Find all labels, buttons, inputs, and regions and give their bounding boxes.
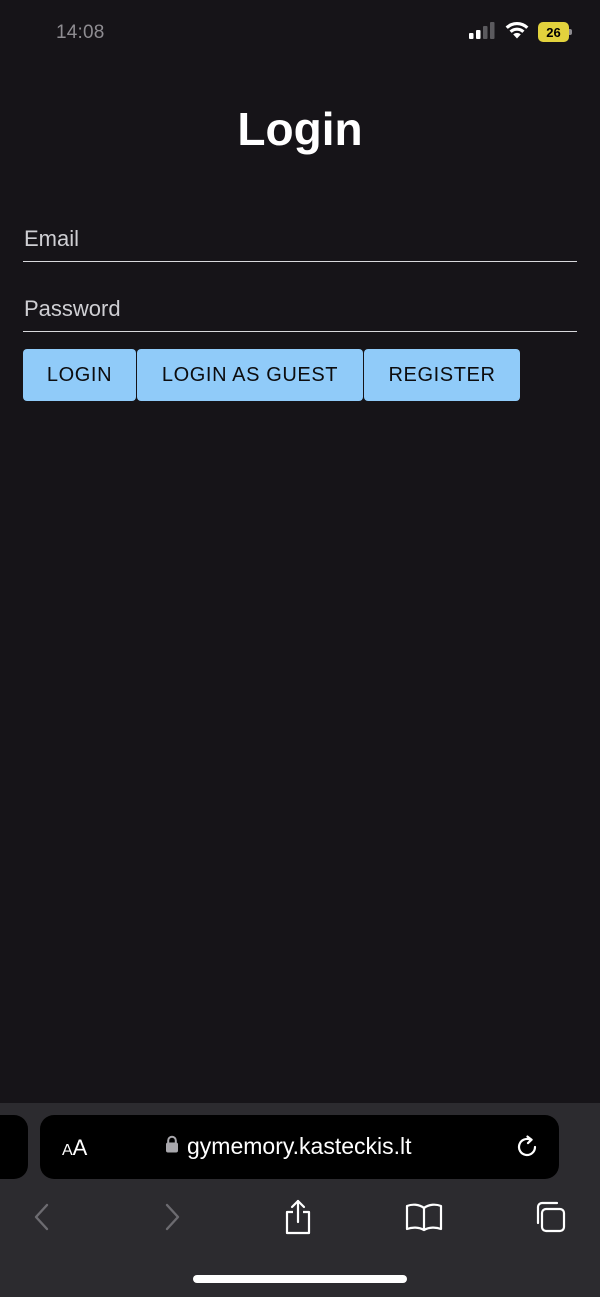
password-field[interactable]: [23, 292, 577, 331]
battery-icon: 26: [538, 22, 572, 42]
address-bar[interactable]: AA gymemory.kasteckis.lt: [40, 1115, 559, 1179]
signal-icon: [468, 21, 496, 44]
reader-text-size-button[interactable]: AA: [62, 1135, 87, 1161]
email-field-container: [23, 222, 577, 262]
bookmarks-icon[interactable]: [402, 1195, 446, 1239]
tabs-icon[interactable]: [528, 1195, 572, 1239]
reload-icon[interactable]: [513, 1133, 541, 1161]
password-field-container: [23, 292, 577, 332]
browser-bottom-bar: AA gymemory.kasteckis.lt: [0, 1103, 600, 1297]
status-icons: 26: [468, 20, 572, 44]
back-icon[interactable]: [20, 1195, 64, 1239]
lock-icon: [165, 1135, 179, 1158]
login-button[interactable]: LOGIN: [23, 349, 136, 401]
browser-toolbar: [0, 1195, 600, 1239]
email-field[interactable]: [23, 222, 577, 261]
forward-icon[interactable]: [150, 1195, 194, 1239]
login-as-guest-button[interactable]: LOGIN AS GUEST: [137, 349, 363, 401]
url-text: gymemory.kasteckis.lt: [187, 1133, 412, 1159]
battery-cap: [569, 29, 572, 35]
page-title: Login: [237, 103, 363, 155]
login-screen: 14:08 26 Login Email LOGIN LOGIN AS GUES…: [0, 0, 600, 1297]
home-indicator[interactable]: [193, 1275, 407, 1283]
battery-level: 26: [538, 22, 569, 42]
status-bar: 14:08 26: [0, 0, 600, 64]
share-icon[interactable]: [276, 1195, 320, 1239]
url-display[interactable]: gymemory.kasteckis.lt: [165, 1133, 412, 1160]
status-time: 14:08: [56, 22, 105, 43]
previous-tab-peek[interactable]: [0, 1115, 28, 1179]
register-button[interactable]: REGISTER: [364, 349, 520, 401]
wifi-icon: [504, 20, 530, 45]
